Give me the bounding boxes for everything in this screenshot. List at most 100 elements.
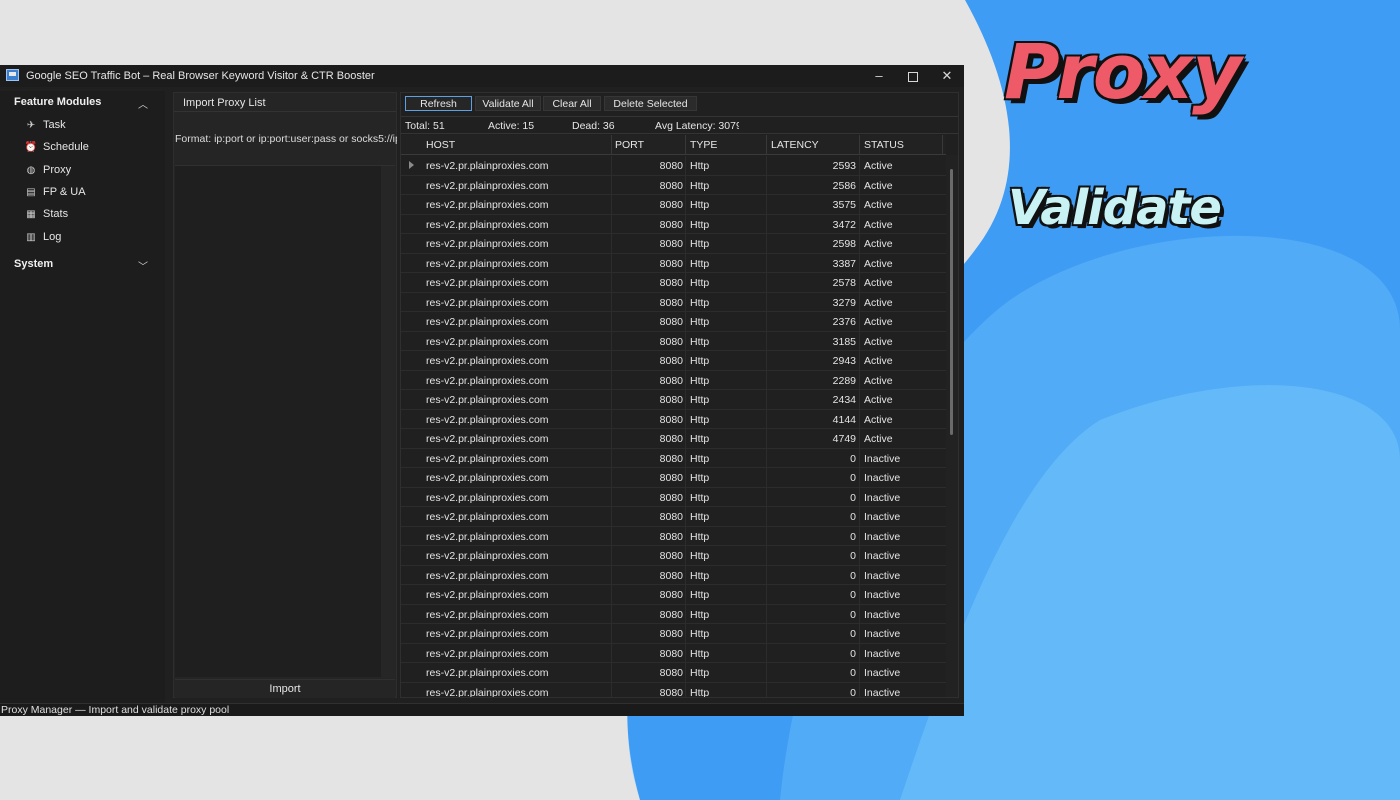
cell-divider: [685, 409, 686, 429]
cell-latency: 4144: [832, 413, 856, 426]
sidebar-item-task[interactable]: ✈ Task: [24, 116, 154, 134]
column-divider[interactable]: [942, 135, 943, 155]
cell-divider: [859, 390, 860, 409]
cell-port: 8080: [659, 316, 683, 328]
cell-divider: [685, 234, 686, 253]
table-row[interactable]: res-v2.pr.plainproxies.com 8080 Http 4749 Ac…: [401, 429, 946, 449]
column-divider[interactable]: [685, 135, 686, 155]
table-row[interactable]: res-v2.pr.plainproxies.com 8080 Http 3185 Ac…: [401, 331, 946, 351]
cell-port: 8080: [659, 647, 683, 660]
cell-status: Active: [864, 257, 893, 270]
app-icon: [6, 69, 19, 81]
table-row[interactable]: res-v2.pr.plainproxies.com 8080 Http 2578 Ac…: [401, 273, 946, 293]
maximize-button[interactable]: [896, 65, 930, 87]
cell-divider: [859, 565, 860, 585]
table-row[interactable]: res-v2.pr.plainproxies.com 8080 Http 4144 Ac…: [401, 409, 946, 429]
table-row[interactable]: res-v2.pr.plainproxies.com 8080 Http 2376 Ac…: [401, 312, 946, 332]
table-row[interactable]: res-v2.pr.plainproxies.com 8080 Http 2598 Ac…: [401, 234, 946, 254]
column-header-host[interactable]: HOST: [426, 139, 455, 151]
sidebar-item-proxy[interactable]: ◍ Proxy: [24, 161, 154, 179]
table-row[interactable]: res-v2.pr.plainproxies.com 8080 Http 0 Inact…: [401, 526, 946, 546]
table-row[interactable]: res-v2.pr.plainproxies.com 8080 Http 0 Inact…: [401, 546, 946, 566]
table-row[interactable]: res-v2.pr.plainproxies.com 8080 Http 3387 Ac…: [401, 253, 946, 273]
cell-host: res-v2.pr.plainproxies.com: [426, 199, 549, 211]
cell-divider: [766, 409, 767, 429]
table-row[interactable]: res-v2.pr.plainproxies.com 8080 Http 2289 Ac…: [401, 370, 946, 390]
table-row[interactable]: res-v2.pr.plainproxies.com 8080 Http 0 Inact…: [401, 663, 946, 683]
clear-all-button[interactable]: Clear All: [543, 96, 601, 111]
cell-divider: [859, 507, 860, 526]
cell-latency: 4749: [832, 433, 856, 445]
stat-avg-latency: Avg Latency: 3079ms: [655, 120, 739, 132]
column-divider[interactable]: [611, 135, 612, 155]
sidebar-item-log[interactable]: ▥ Log: [24, 228, 154, 246]
sidebar-item-stats[interactable]: ▦ Stats: [24, 205, 154, 223]
close-button[interactable]: ✕: [930, 65, 964, 87]
validate-all-button[interactable]: Validate All: [475, 96, 541, 111]
feature-modules-header[interactable]: Feature Modules: [14, 96, 101, 108]
table-row[interactable]: res-v2.pr.plainproxies.com 8080 Http 3279 Ac…: [401, 292, 946, 312]
table-row[interactable]: res-v2.pr.plainproxies.com 8080 Http 0 Inact…: [401, 487, 946, 507]
textarea-scrollbar[interactable]: [381, 166, 395, 678]
sidebar-item-fp-ua[interactable]: ▤ FP & UA: [24, 183, 154, 201]
cell-port: 8080: [659, 374, 683, 387]
table-row[interactable]: res-v2.pr.plainproxies.com 8080 Http 3575 Ac…: [401, 195, 946, 215]
column-header-port[interactable]: PORT: [615, 139, 644, 151]
cell-status: Inactive: [864, 511, 901, 523]
title-bar[interactable]: Google SEO Traffic Bot – Real Browser Ke…: [0, 65, 964, 87]
sidebar-item-label: Proxy: [43, 164, 72, 176]
import-button[interactable]: Import: [175, 679, 395, 698]
cell-port: 8080: [659, 511, 683, 523]
column-header-type[interactable]: TYPE: [690, 139, 717, 151]
chevron-down-icon[interactable]: ﹀: [138, 258, 148, 273]
cell-divider: [859, 546, 860, 565]
column-divider[interactable]: [859, 135, 860, 155]
scrollbar-thumb[interactable]: [950, 169, 953, 435]
table-row[interactable]: res-v2.pr.plainproxies.com 8080 Http 2434 Ac…: [401, 390, 946, 410]
cell-port: 8080: [659, 160, 683, 172]
table-row[interactable]: res-v2.pr.plainproxies.com 8080 Http 3472 Ac…: [401, 214, 946, 234]
table-scrollbar[interactable]: [946, 155, 958, 697]
table-row[interactable]: res-v2.pr.plainproxies.com 8080 Http 0 Inact…: [401, 682, 946, 697]
cell-type: Http: [690, 511, 710, 523]
chevron-up-icon[interactable]: ︿: [138, 96, 148, 111]
cell-divider: [611, 565, 612, 585]
column-header-latency[interactable]: LATENCY: [771, 139, 819, 151]
cell-port: 8080: [659, 667, 683, 679]
cell-divider: [859, 331, 860, 351]
sidebar-item-schedule[interactable]: ⏰ Schedule: [24, 138, 154, 156]
cell-latency: 0: [850, 511, 856, 523]
cell-host: res-v2.pr.plainproxies.com: [426, 335, 549, 348]
cell-divider: [611, 429, 612, 448]
table-row[interactable]: res-v2.pr.plainproxies.com 8080 Http 0 Inact…: [401, 448, 946, 468]
cell-divider: [611, 643, 612, 663]
cell-divider: [766, 214, 767, 234]
table-row[interactable]: res-v2.pr.plainproxies.com 8080 Http 0 Inact…: [401, 624, 946, 644]
table-row[interactable]: res-v2.pr.plainproxies.com 8080 Http 0 Inact…: [401, 585, 946, 605]
refresh-button[interactable]: Refresh: [405, 96, 472, 111]
system-header[interactable]: System: [14, 258, 53, 270]
cell-divider: [611, 390, 612, 409]
column-header-status[interactable]: STATUS: [864, 139, 904, 151]
cell-latency: 0: [850, 530, 856, 543]
table-row[interactable]: res-v2.pr.plainproxies.com 8080 Http 0 Inact…: [401, 643, 946, 663]
minimize-button[interactable]: –: [862, 65, 896, 87]
table-row[interactable]: res-v2.pr.plainproxies.com 8080 Http 2586 Ac…: [401, 175, 946, 195]
table-row[interactable]: res-v2.pr.plainproxies.com 8080 Http 0 Inact…: [401, 468, 946, 488]
column-divider[interactable]: [766, 135, 767, 155]
table-row[interactable]: res-v2.pr.plainproxies.com 8080 Http 2943 Ac…: [401, 351, 946, 371]
table-row[interactable]: res-v2.pr.plainproxies.com 8080 Http 0 Inact…: [401, 507, 946, 527]
cell-port: 8080: [659, 238, 683, 250]
cell-divider: [766, 156, 767, 175]
table-row[interactable]: res-v2.pr.plainproxies.com 8080 Http 0 Inact…: [401, 604, 946, 624]
cell-divider: [859, 409, 860, 429]
cell-divider: [766, 487, 767, 507]
cell-port: 8080: [659, 472, 683, 484]
table-row[interactable]: res-v2.pr.plainproxies.com 8080 Http 2593 Ac…: [401, 156, 946, 176]
delete-selected-button[interactable]: Delete Selected: [604, 96, 697, 111]
table-row[interactable]: res-v2.pr.plainproxies.com 8080 Http 0 Inact…: [401, 565, 946, 585]
cell-type: Http: [690, 550, 710, 562]
cell-divider: [685, 487, 686, 507]
proxy-list-textarea[interactable]: [175, 165, 395, 678]
cell-divider: [859, 175, 860, 195]
